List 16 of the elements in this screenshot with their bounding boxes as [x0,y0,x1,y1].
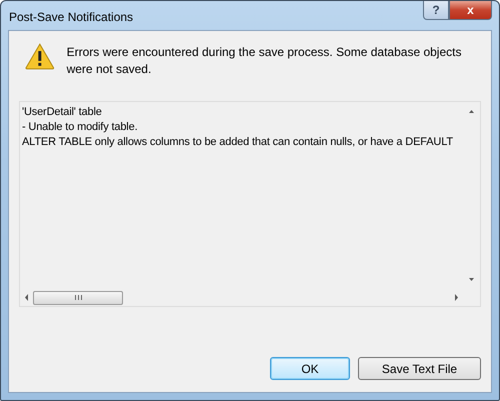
save-text-file-button[interactable]: Save Text File [358,357,481,380]
scroll-up-icon[interactable] [469,108,474,115]
grip-icon [74,295,82,300]
error-message: Errors were encountered during the save process. Some database objects were not saved. [66,44,462,78]
detail-line: ALTER TABLE only allows columns to be added that can contain nulls, or have a DEFAULT [22,135,454,150]
detail-line: 'UserDetail' table [22,105,103,120]
detail-line: - Unable to modify table. [22,120,138,135]
close-button[interactable]: x [449,1,492,20]
scroll-left-icon[interactable] [24,294,29,301]
warning-icon [25,43,55,70]
scrollbar-thumb[interactable] [33,290,123,304]
scroll-right-icon[interactable] [454,294,459,301]
scroll-down-icon[interactable] [469,276,474,283]
window-title: Post-Save Notifications [9,10,134,24]
help-button[interactable]: ? [423,1,449,20]
ok-button[interactable]: OK [270,357,350,380]
